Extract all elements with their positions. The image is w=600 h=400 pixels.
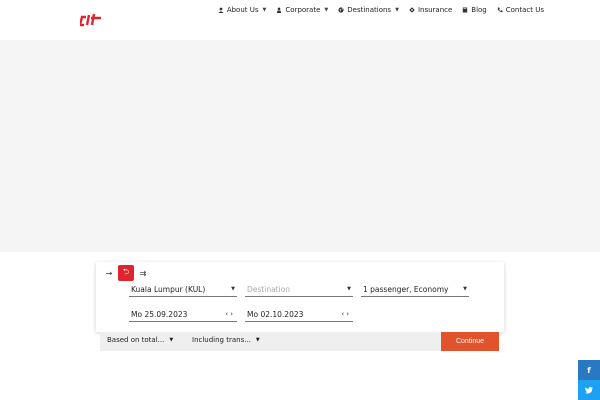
nav-label: Blog: [471, 6, 487, 14]
chevron-down-icon: ▼: [324, 7, 329, 13]
date-stepper-icon[interactable]: ‹›: [225, 310, 235, 318]
transfer-label: Including trans...: [192, 336, 251, 344]
facebook-share-button[interactable]: f: [578, 360, 600, 380]
nav-label: Corporate: [285, 6, 321, 14]
transfer-dropdown[interactable]: Including trans... ▼: [192, 336, 260, 344]
trip-type-selector: → ⮌ ⇉: [102, 265, 150, 281]
hero-banner: [0, 40, 600, 252]
chevron-down-icon: ▼: [262, 7, 267, 13]
shield-icon: [409, 7, 415, 13]
globe-icon: [338, 7, 344, 13]
flight-search-widget: → ⮌ ⇉ Kuala Lumpur (KUL) ▼ Destination ▼…: [96, 262, 504, 332]
nav-label: Destinations: [347, 6, 392, 14]
nav-about-us[interactable]: About Us ▼: [218, 6, 267, 14]
chevron-down-icon: ▼: [395, 7, 399, 13]
nav-corporate[interactable]: Corporate ▼: [276, 6, 328, 14]
user-group-icon: [218, 7, 224, 13]
nav-destinations[interactable]: Destinations ▼: [338, 6, 399, 14]
multi-city-icon[interactable]: ⇉: [136, 266, 150, 280]
facebook-icon: f: [587, 365, 591, 375]
depart-date-field[interactable]: Mo 25.09.2023 ‹›: [129, 307, 237, 322]
chevron-down-icon: ▼: [347, 286, 351, 292]
nav-label: About Us: [226, 6, 259, 14]
passengers-field[interactable]: 1 passenger, Economy ▼: [361, 282, 469, 297]
return-date-field[interactable]: Mo 02.10.2023 ‹›: [245, 307, 353, 322]
nav-insurance[interactable]: Insurance: [409, 6, 452, 14]
return-date-value: Mo 02.10.2023: [247, 309, 304, 319]
site-header: About Us ▼ Corporate ▼ Destinations ▼ In…: [0, 0, 600, 40]
passengers-value: 1 passenger, Economy: [363, 284, 449, 294]
chevron-down-icon: ▼: [231, 286, 235, 292]
nav-blog[interactable]: Blog: [462, 6, 487, 14]
date-stepper-icon[interactable]: ‹›: [341, 310, 351, 318]
origin-field[interactable]: Kuala Lumpur (KUL) ▼: [129, 282, 237, 297]
nav-contact-us[interactable]: Contact Us: [497, 6, 544, 14]
twitter-icon: [585, 386, 593, 394]
main-nav: About Us ▼ Corporate ▼ Destinations ▼ In…: [218, 6, 544, 14]
depart-date-value: Mo 25.09.2023: [131, 309, 188, 319]
phone-icon: [497, 7, 503, 13]
search-options-bar: Based on total... ▼ Including trans... ▼: [100, 332, 499, 351]
one-way-icon[interactable]: →: [102, 266, 116, 280]
twitter-share-button[interactable]: [578, 380, 600, 400]
people-icon: [277, 7, 282, 13]
book-icon: [463, 7, 468, 13]
origin-value: Kuala Lumpur (KUL): [131, 284, 206, 294]
fare-basis-dropdown[interactable]: Based on total... ▼: [107, 336, 173, 344]
destination-field[interactable]: Destination ▼: [245, 282, 353, 297]
chevron-down-icon: ▼: [463, 286, 467, 292]
fare-basis-label: Based on total...: [107, 336, 165, 344]
round-trip-icon[interactable]: ⮌: [118, 265, 134, 281]
continue-button[interactable]: Continue: [441, 332, 499, 351]
company-logo[interactable]: [80, 13, 102, 29]
nav-label: Insurance: [417, 6, 453, 14]
chevron-down-icon: ▼: [255, 337, 260, 343]
nav-label: Contact Us: [505, 6, 544, 14]
chevron-down-icon: ▼: [169, 337, 174, 343]
destination-placeholder: Destination: [247, 284, 291, 294]
